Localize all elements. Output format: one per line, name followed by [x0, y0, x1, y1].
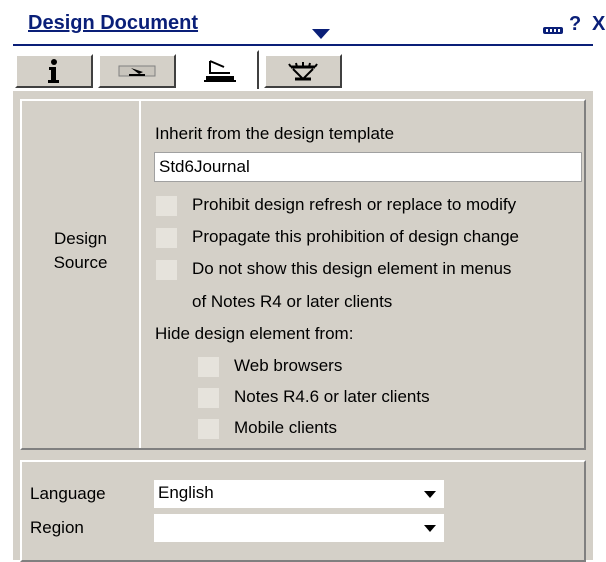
hide-mobile-label: Mobile clients — [234, 418, 337, 437]
chevron-down-icon — [424, 491, 436, 498]
region-select[interactable] — [154, 514, 444, 542]
help-button[interactable]: ? — [569, 13, 581, 36]
region-label: Region — [30, 518, 84, 537]
section-divider — [139, 101, 141, 448]
hide-in-menus-label-continued: of Notes R4 or later clients — [192, 292, 393, 311]
tab-security[interactable] — [264, 54, 342, 88]
language-select[interactable]: English — [154, 480, 444, 508]
chevron-down-icon — [424, 525, 436, 532]
hide-in-menus-checkbox[interactable] — [156, 260, 177, 280]
design-icon — [204, 60, 236, 82]
template-name-input[interactable]: Std6Journal — [154, 152, 582, 182]
tab-launch[interactable] — [98, 54, 176, 88]
locale-section: Language English Region — [20, 460, 586, 562]
tab-design[interactable] — [181, 50, 259, 90]
title-underline — [13, 44, 593, 46]
inherit-label: Inherit from the design template — [155, 124, 395, 143]
launch-icon — [118, 65, 156, 77]
design-source-section: Design Source Inherit from the design te… — [20, 99, 586, 450]
design-source-label: Design Source — [22, 227, 139, 275]
language-value: English — [158, 483, 214, 502]
title-dropdown-icon[interactable] — [312, 29, 330, 39]
tab-strip — [13, 50, 593, 90]
window-title[interactable]: Design Document — [28, 12, 198, 35]
key-icon — [288, 62, 318, 81]
hide-web-browsers-label: Web browsers — [234, 356, 343, 375]
info-icon — [48, 59, 59, 83]
pin-icon[interactable] — [543, 27, 563, 34]
language-label: Language — [30, 484, 106, 503]
prohibit-refresh-label: Prohibit design refresh or replace to mo… — [192, 195, 517, 214]
tab-info[interactable] — [15, 54, 93, 88]
hide-in-menus-label: Do not show this design element in menus — [192, 259, 512, 278]
hide-notes-r46-label: Notes R4.6 or later clients — [234, 387, 430, 406]
properties-panel: Design Source Inherit from the design te… — [13, 89, 593, 562]
hide-notes-r46-checkbox[interactable] — [198, 388, 219, 408]
close-button[interactable]: X — [592, 13, 605, 36]
propagate-prohibition-checkbox[interactable] — [156, 228, 177, 248]
design-source-label-line1: Design — [54, 229, 107, 248]
hide-web-browsers-checkbox[interactable] — [198, 357, 219, 377]
design-source-label-line2: Source — [53, 253, 108, 272]
hide-element-label: Hide design element from: — [155, 324, 354, 343]
hide-mobile-checkbox[interactable] — [198, 419, 219, 439]
title-bar: Design Document ? X — [13, 10, 606, 42]
propagate-prohibition-label: Propagate this prohibition of design cha… — [192, 227, 520, 246]
prohibit-refresh-checkbox[interactable] — [156, 196, 177, 216]
